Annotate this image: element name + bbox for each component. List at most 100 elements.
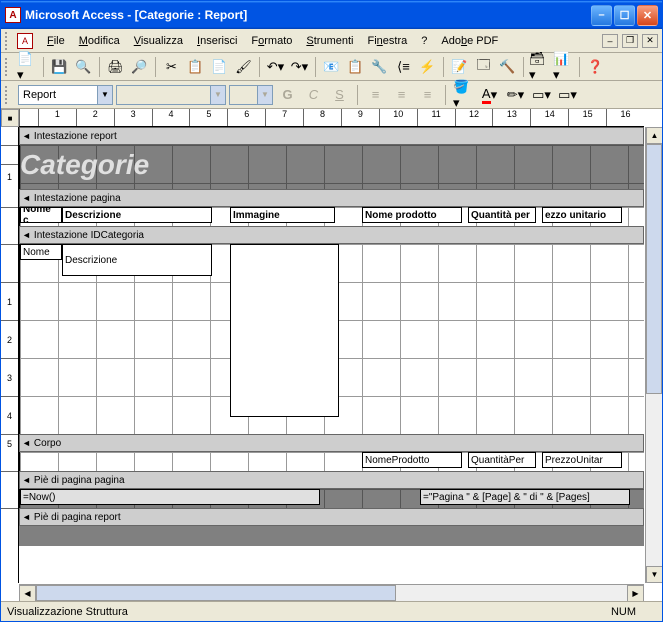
special-effect-button[interactable]: ▭▾ [556,84,579,106]
font-selector[interactable]: ▼ [116,85,226,105]
section-detail[interactable]: ◄ Corpo [19,434,644,452]
format-painter-button[interactable]: 🖌 [232,56,255,78]
titlebar-text: Microsoft Access - [Categorie : Report] [25,8,591,22]
underline-button[interactable]: S [328,84,351,106]
statusbar: Visualizzazione Struttura NUM [1,601,662,621]
undo-button[interactable]: ↶▾ [264,56,287,78]
label-nomeprodotto[interactable]: Nome prodotto [362,207,462,223]
report-title-label[interactable]: Categorie [20,149,149,181]
menu-insert[interactable]: Inserisci [191,33,243,49]
scroll-up-button[interactable]: ▲ [646,127,662,144]
label-prezzo[interactable]: ezzo unitario [542,207,622,223]
menu-edit[interactable]: Modifica [73,33,126,49]
code-button[interactable]: 📝 [448,56,471,78]
toolbar-main: 📄▾ 💾 🔍 🖨 🔎 ✂ 📋 📄 🖌 ↶▾ ↷▾ 📧 📋 🔧 ⟨≡ ⚡ 📝 🗔 … [1,53,662,81]
align-right-button[interactable]: ≡ [416,84,439,106]
scroll-thumb-h[interactable] [36,585,396,601]
detail-body[interactable]: NomeProdotto QuantitàPer PrezzoUnitar [19,452,644,471]
field-descrizione[interactable]: Descrizione [62,244,212,276]
select-all-corner[interactable]: ■ [1,109,19,127]
maximize-button[interactable]: ☐ [614,5,635,26]
menu-adobe[interactable]: Adobe PDF [435,33,504,49]
sort-group-button[interactable]: ⟨≡ [392,56,415,78]
page-header-body[interactable]: Nome c Descrizione Immagine Nome prodott… [19,207,644,226]
menu-window[interactable]: Finestra [361,33,413,49]
close-button[interactable]: ✕ [637,5,658,26]
field-quantitaper[interactable]: QuantitàPer [468,452,536,468]
preview-button[interactable]: 🔎 [128,56,151,78]
fill-color-button[interactable]: 🪣▾ [452,84,475,106]
section-label: Corpo [34,438,61,449]
field-list-button[interactable]: 📋 [344,56,367,78]
toolbox-button[interactable]: 🔧 [368,56,391,78]
help-button[interactable]: ❓ [584,56,607,78]
field-immagine[interactable] [230,244,339,417]
design-area[interactable]: ◄ Intestazione report Categorie ◄ Intest… [19,127,644,583]
new-obj-button[interactable]: 📊▾ [552,56,575,78]
properties-button[interactable]: 🗔 [472,56,495,78]
mdi-restore-button[interactable]: ❐ [622,34,638,48]
report-footer-body[interactable] [19,526,644,546]
page-footer-body[interactable]: =Now() ="Pagina " & [Page] & " di " & [P… [19,489,644,508]
scroll-down-button[interactable]: ▼ [646,566,662,583]
app-small-icon: A [17,33,33,49]
menu-grip-icon[interactable] [5,32,11,50]
horizontal-scrollbar[interactable]: ◀ ▶ [19,584,644,601]
vertical-ruler[interactable]: 1 1 2 3 4 5 [1,127,19,583]
section-page-footer[interactable]: ◄ Piè di pagina pagina [19,471,644,489]
field-nomeprodotto[interactable]: NomeProdotto [362,452,462,468]
scroll-left-button[interactable]: ◀ [19,585,36,601]
menu-view[interactable]: Visualizza [128,33,189,49]
group-header-body[interactable]: Nome Descrizione [19,244,644,434]
redo-button[interactable]: ↷▾ [288,56,311,78]
copy-button[interactable]: 📋 [184,56,207,78]
bold-button[interactable]: G [276,84,299,106]
search-button[interactable]: 🔍 [72,56,95,78]
minimize-button[interactable]: – [591,5,612,26]
db-window-button[interactable]: 🗃▾ [528,56,551,78]
scroll-right-button[interactable]: ▶ [627,585,644,601]
field-prezzounitario[interactable]: PrezzoUnitar [542,452,622,468]
toolbar2-grip-icon[interactable] [5,86,11,104]
fontsize-selector[interactable]: ▼ [229,85,273,105]
mdi-close-button[interactable]: ✕ [642,34,658,48]
field-now[interactable]: =Now() [20,489,320,505]
label-descrizione[interactable]: Descrizione [62,207,212,223]
vertical-scrollbar[interactable]: ▲ ▼ [645,127,662,583]
mdi-minimize-button[interactable]: – [602,34,618,48]
save-button[interactable]: 💾 [48,56,71,78]
italic-button[interactable]: C [302,84,325,106]
build-button[interactable]: 🔨 [496,56,519,78]
view-button[interactable]: 📄▾ [16,56,39,78]
section-report-footer[interactable]: ◄ Piè di pagina report [19,508,644,526]
border-width-button[interactable]: ▭▾ [530,84,553,106]
section-label: Intestazione IDCategoria [34,230,144,241]
scroll-thumb-v[interactable] [646,144,662,394]
section-report-header[interactable]: ◄ Intestazione report [19,127,644,145]
object-selector[interactable]: Report ▼ [18,85,113,105]
autoformat-button[interactable]: ⚡ [416,56,439,78]
label-nome[interactable]: Nome c [20,207,62,223]
menu-format[interactable]: Formato [245,33,298,49]
menu-tools[interactable]: Strumenti [300,33,359,49]
section-page-header[interactable]: ◄ Intestazione pagina [19,189,644,207]
menu-help[interactable]: ? [415,33,433,49]
font-color-button[interactable]: A▾ [478,84,501,106]
section-group-header[interactable]: ◄ Intestazione IDCategoria [19,226,644,244]
align-center-button[interactable]: ≡ [390,84,413,106]
label-immagine[interactable]: Immagine [230,207,335,223]
paste-button[interactable]: 📄 [208,56,231,78]
report-header-body[interactable]: Categorie [19,145,644,189]
border-color-button[interactable]: ✏▾ [504,84,527,106]
label-quantita[interactable]: Quantità per [468,207,536,223]
horizontal-ruler[interactable]: 1 2 3 4 5 6 7 8 9 10 11 12 13 14 15 16 [19,109,644,127]
toolbar-grip-icon[interactable] [5,58,11,76]
hyperlink-button[interactable]: 📧 [320,56,343,78]
print-button[interactable]: 🖨 [104,56,127,78]
field-nomecategoria[interactable]: Nome [20,244,62,260]
menu-file[interactable]: File [41,33,71,49]
toolbar-format: Report ▼ ▼ ▼ G C S ≡ ≡ ≡ 🪣▾ A▾ ✏▾ ▭▾ ▭▾ [1,81,662,109]
cut-button[interactable]: ✂ [160,56,183,78]
field-page-expr[interactable]: ="Pagina " & [Page] & " di " & [Pages] [420,489,630,505]
align-left-button[interactable]: ≡ [364,84,387,106]
